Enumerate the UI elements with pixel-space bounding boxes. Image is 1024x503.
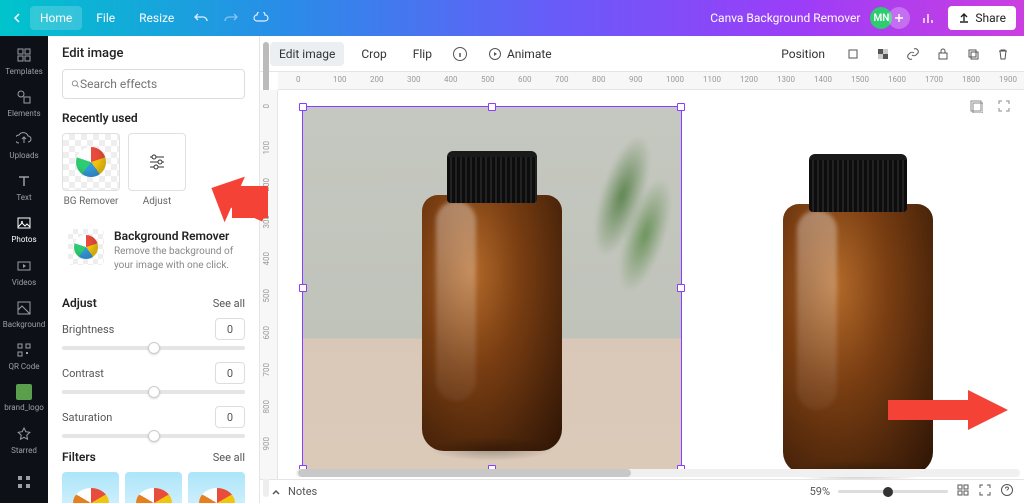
recent-bg-remover[interactable]: BG Remover — [62, 133, 120, 207]
chevron-up-icon — [270, 486, 282, 498]
cloud-sync-icon[interactable] — [248, 5, 274, 31]
flip-button[interactable]: Flip — [404, 42, 441, 66]
undo-icon[interactable] — [188, 5, 214, 31]
transparency-icon[interactable] — [872, 43, 894, 65]
delete-icon[interactable] — [992, 43, 1014, 65]
contrast-label: Contrast — [62, 367, 104, 380]
saturation-slider[interactable] — [62, 434, 245, 438]
zoom-slider[interactable] — [838, 490, 948, 493]
background-remover-button[interactable]: Background Remover Remove the background… — [62, 219, 245, 282]
filters-seeall[interactable]: See all — [213, 451, 245, 464]
sliders-icon — [147, 152, 167, 172]
position-button[interactable]: Position — [772, 42, 834, 66]
brightness-slider[interactable] — [62, 346, 245, 350]
brightness-label: Brightness — [62, 323, 114, 336]
rail-qrcode[interactable]: QR Code — [0, 335, 48, 377]
rail-background[interactable]: Background — [0, 293, 48, 335]
nudge-icon[interactable] — [842, 43, 864, 65]
context-toolbar: Edit image Crop Flip Animate Position — [260, 36, 1024, 72]
adjust-seeall[interactable]: See all — [213, 297, 245, 310]
ruler-vertical: 0100200300400500600700800900 — [260, 90, 278, 479]
filter-thumb-2[interactable] — [125, 472, 182, 503]
resize-button[interactable]: Resize — [129, 6, 184, 30]
side-panel-title: Edit image — [48, 36, 259, 69]
canvas-stage[interactable] — [278, 90, 1024, 479]
filter-thumb-1[interactable] — [62, 472, 119, 503]
rail-videos[interactable]: Videos — [0, 250, 48, 292]
recently-used-header: Recently used — [62, 111, 245, 125]
crop-button[interactable]: Crop — [352, 42, 395, 66]
back-button[interactable] — [8, 13, 26, 23]
bottom-bar: Notes 59% — [260, 479, 1024, 503]
lock-icon[interactable] — [932, 43, 954, 65]
edit-image-button[interactable]: Edit image — [270, 42, 344, 66]
upload-icon — [958, 12, 970, 24]
file-menu[interactable]: File — [86, 6, 125, 30]
link-icon[interactable] — [902, 43, 924, 65]
annotation-arrow-result — [888, 390, 1008, 430]
topbar: Home File Resize Canva Background Remove… — [0, 0, 1024, 36]
rail-more[interactable] — [0, 461, 48, 503]
info-icon[interactable] — [449, 43, 471, 65]
rail-photos[interactable]: Photos — [0, 208, 48, 250]
saturation-value[interactable]: 0 — [215, 406, 245, 428]
selected-image[interactable] — [302, 106, 682, 470]
brightness-value[interactable]: 0 — [215, 318, 245, 340]
redo-icon[interactable] — [218, 5, 244, 31]
bg-remover-desc: Remove the background of your image with… — [114, 245, 239, 272]
contrast-value[interactable]: 0 — [215, 362, 245, 384]
ruler-horizontal: 0100200300400500600700800900100011001200… — [278, 72, 1024, 90]
show-pages-icon[interactable] — [966, 96, 986, 116]
duplicate-icon[interactable] — [962, 43, 984, 65]
zoom-percent[interactable]: 59% — [810, 485, 830, 498]
rail-starred[interactable]: Starred — [0, 419, 48, 461]
rail-uploads[interactable]: Uploads — [0, 124, 48, 166]
home-button[interactable]: Home — [30, 6, 82, 30]
grid-view-icon[interactable] — [956, 483, 970, 500]
canvas-scrollbar-h[interactable] — [296, 469, 1020, 477]
insights-icon[interactable] — [916, 5, 942, 31]
side-panel: Edit image Recently used BG Remover Adju… — [48, 36, 260, 503]
add-member-button[interactable] — [888, 7, 910, 29]
search-icon — [71, 77, 80, 91]
filter-thumb-3[interactable] — [188, 472, 245, 503]
share-label: Share — [975, 11, 1006, 25]
left-rail: Templates Elements Uploads Text Photos V… — [0, 36, 48, 503]
filters-header: Filters — [62, 450, 96, 464]
recent-adjust[interactable]: Adjust — [128, 133, 186, 207]
animate-icon — [488, 47, 502, 61]
rail-templates[interactable]: Templates — [0, 40, 48, 82]
fullscreen-icon[interactable] — [978, 483, 992, 500]
help-icon[interactable] — [1000, 483, 1014, 500]
adjust-header: Adjust — [62, 296, 97, 310]
expand-icon[interactable] — [994, 96, 1014, 116]
annotation-arrow-bgremover — [206, 176, 268, 228]
share-button[interactable]: Share — [948, 6, 1016, 30]
contrast-slider[interactable] — [62, 390, 245, 394]
animate-button[interactable]: Animate — [479, 42, 561, 66]
search-effects[interactable] — [62, 69, 245, 99]
saturation-label: Saturation — [62, 411, 112, 424]
rail-elements[interactable]: Elements — [0, 82, 48, 124]
rail-brand-logo[interactable]: brand_logo — [0, 377, 48, 419]
search-input[interactable] — [80, 77, 236, 91]
bg-remover-title: Background Remover — [114, 229, 239, 243]
rail-text[interactable]: Text — [0, 166, 48, 208]
notes-button[interactable]: Notes — [270, 485, 317, 498]
design-title[interactable]: Canva Background Remover — [710, 11, 860, 25]
